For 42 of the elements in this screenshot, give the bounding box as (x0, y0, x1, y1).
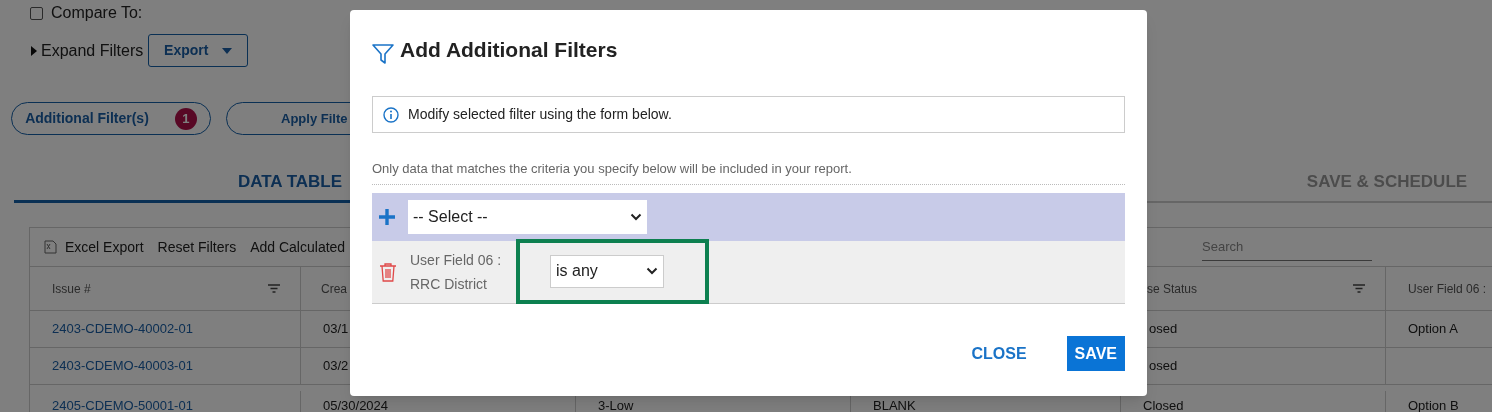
field-select[interactable]: -- Select -- (408, 200, 647, 234)
caret-icon (222, 47, 233, 54)
filter-field-label: User Field 06 : RRC District (410, 251, 503, 294)
trash-icon[interactable] (379, 262, 397, 282)
filter-icon[interactable] (1353, 284, 1365, 293)
compare-checkbox[interactable] (30, 6, 43, 20)
caret-icon (31, 45, 37, 56)
save-button[interactable]: SAVE (1066, 336, 1125, 371)
column-header: Crea (321, 280, 347, 298)
toolbar-button[interactable]: Add Calculated (250, 236, 346, 258)
funnel-icon (372, 43, 394, 65)
table-cell-text: osed (1149, 357, 1178, 376)
table-cell-text: osed (1149, 320, 1178, 339)
column-header: User Field 06 : (1408, 280, 1487, 298)
table-cell-text: 3-Low (598, 397, 634, 412)
table-cell-text: 03/2 (323, 357, 349, 376)
chevron-down-icon (630, 213, 642, 221)
export-button[interactable]: Export (148, 34, 249, 67)
info-icon (383, 106, 399, 123)
dialog-title: Add Additional Filters (400, 37, 618, 64)
column-header: se Status (1147, 280, 1198, 298)
issue-link[interactable]: 2403-CDEMO-40002-01 (52, 319, 193, 339)
table-cell-text: 05/30/2024 (323, 397, 389, 412)
issue-link[interactable]: 2405-CDEMO-50001-01 (52, 396, 193, 412)
search-field[interactable]: Search (1202, 236, 1372, 257)
table-cell-text: Option A (1408, 320, 1458, 339)
table-cell-text: 03/1 (323, 320, 349, 339)
toolbar-button[interactable]: Reset Filters (157, 236, 237, 258)
plus-icon[interactable] (378, 208, 396, 226)
table-cell-text: Closed (1143, 397, 1184, 412)
chevron-down-icon (646, 267, 658, 275)
column-header: Issue # (52, 280, 91, 298)
spreadsheet-icon (44, 240, 57, 254)
toolbar-button[interactable]: Excel Export (44, 236, 144, 258)
issue-link[interactable]: 2403-CDEMO-40003-01 (52, 356, 193, 376)
filter-icon[interactable] (268, 284, 280, 293)
compare-label: Compare To: (51, 3, 143, 23)
operator-select[interactable]: is any (550, 254, 664, 288)
expand-filters-toggle[interactable]: Expand Filters (31, 38, 144, 63)
count-badge: 1 (174, 107, 197, 130)
table-cell-text: BLANK (873, 397, 916, 412)
close-button[interactable]: CLOSE (971, 336, 1027, 371)
